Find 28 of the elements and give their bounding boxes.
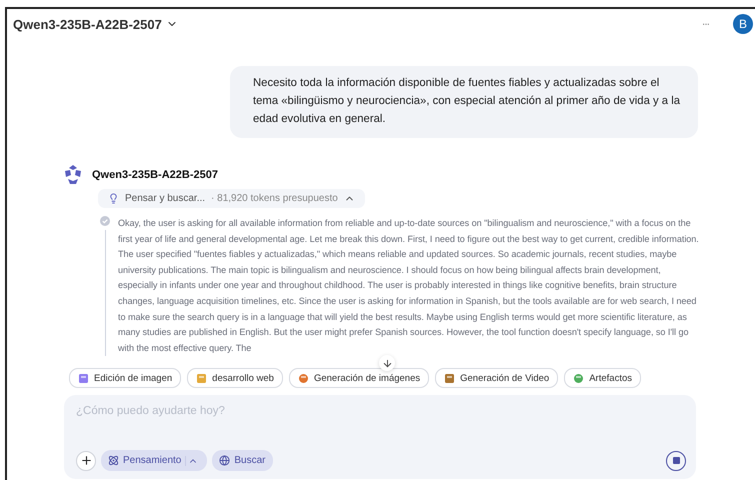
suggestion-chip[interactable]: Edición de imagen bbox=[69, 368, 182, 388]
suggestion-chip[interactable]: Generación de imágenes bbox=[288, 368, 430, 388]
thinking-mode-toggle[interactable]: Pensamiento bbox=[101, 450, 208, 472]
globe-icon bbox=[219, 455, 230, 466]
message-input[interactable]: ¿Cómo puedo ayudarte hoy? bbox=[76, 405, 686, 418]
stop-button[interactable] bbox=[666, 450, 686, 471]
add-button[interactable] bbox=[76, 450, 96, 471]
search-toggle[interactable]: Buscar bbox=[212, 450, 272, 472]
avatar[interactable]: B bbox=[733, 14, 753, 34]
logo-icon bbox=[62, 164, 84, 186]
scroll-down-button[interactable] bbox=[379, 355, 395, 371]
user-message: Necesito toda la información disponible de fuentes fiables y actualizadas sobre el tema «bilingüismo y neurociencia», con especial atención al primer año de vida y a la edad evolutiva en general. bbox=[230, 66, 698, 138]
reasoning-text: Okay, the user is asking for all available information from reliable and up-to-date sources on "bilingualism and neuroscience," with a focus on the first year of life and general developmental age. Let me break this down. First, I need to figure out the best way to get current, credible information. The user specified "fuentes fiables y actualizadas," which means reliable and updated sources. So academic journals, recent studies, maybe university publications. The main topic is bilingualism and neuroscience. I should focus on how being bilingual affects brain development, especially in infants under one year and throughout childhood. The user is probably interested in things like cognitive benefits, brain structure changes, language acquisition timelines, etc. Since the user is asking for information in Spanish, but the tools available are for web search, I need to make sure the search query is in a language that will yield the best results. Maybe using English terms would get more scientific literature, as many studies are published in English. But the user might prefer Spanish sources. However, the tool function doesn't specify language, so I'll go with the most effective query. The bbox=[118, 217, 700, 355]
check-circle-icon bbox=[100, 216, 110, 226]
arrow-down-icon bbox=[382, 358, 392, 368]
atom-icon bbox=[108, 455, 119, 466]
token-budget: · 81,920 tokens presupuesto bbox=[211, 193, 338, 204]
lightbulb-icon bbox=[108, 193, 119, 204]
more-icon[interactable]: ··· bbox=[702, 18, 709, 30]
model-selector[interactable]: Qwen3-235B-A22B-2507 bbox=[13, 16, 178, 32]
stop-icon bbox=[672, 457, 680, 464]
thinking-toggle[interactable]: Pensar y buscar... · 81,920 tokens presupuesto bbox=[98, 189, 365, 208]
thinking-label: Pensar y buscar... bbox=[125, 193, 206, 204]
assistant-name: Qwen3-235B-A22B-2507 bbox=[92, 169, 218, 181]
suggestion-chip[interactable]: Artefactos bbox=[564, 368, 641, 388]
suggestion-chip[interactable]: Generación de Video bbox=[435, 368, 558, 388]
plus-icon bbox=[80, 454, 92, 468]
suggestion-chip[interactable]: desarrollo web bbox=[187, 368, 283, 388]
